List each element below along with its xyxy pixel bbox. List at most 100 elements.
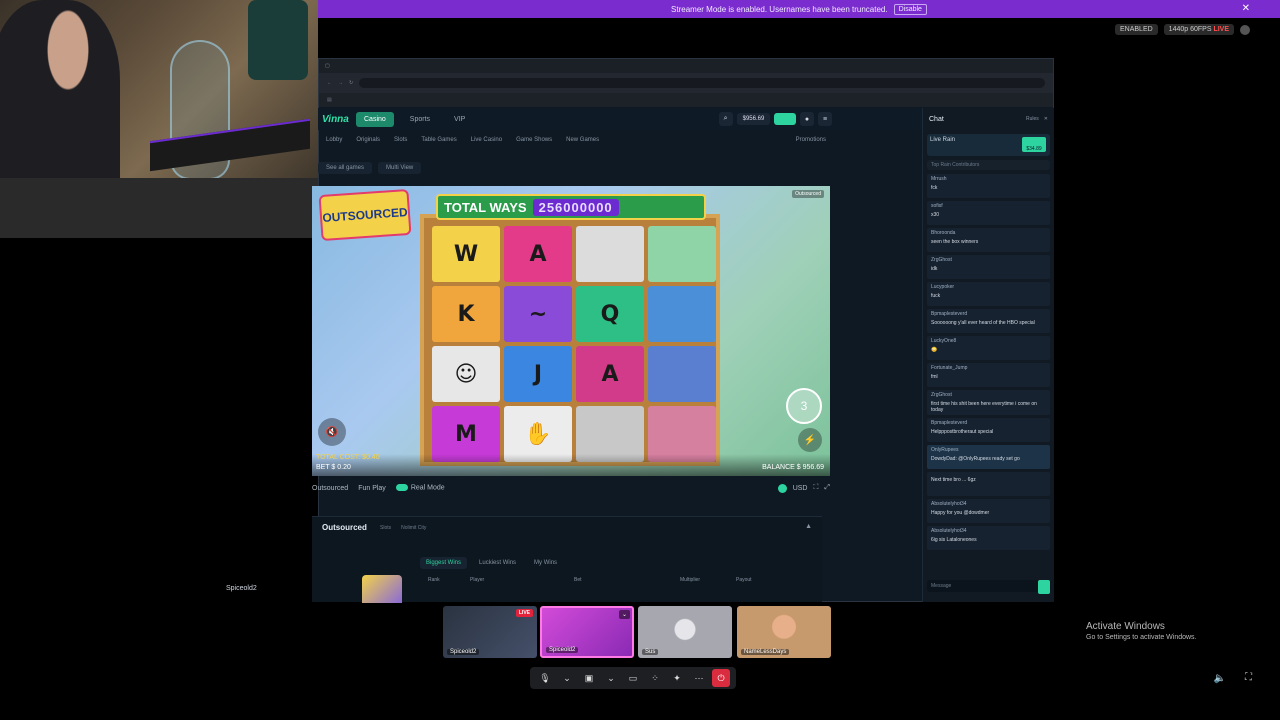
chat-username[interactable]: Fortunate_Jump [931, 365, 1046, 371]
tile-options-icon[interactable]: ⌄ [618, 610, 630, 619]
nav-slots[interactable]: Slots [394, 137, 407, 143]
chair [248, 0, 308, 80]
wallet-button[interactable] [774, 113, 796, 125]
browser-tab[interactable]: ▢ [325, 63, 330, 69]
game-info-panel: Outsourced Slots Nolimit City Biggest Wi… [312, 516, 822, 603]
bookmarks-bar: ▤ [319, 93, 1053, 107]
tab-luckiest-wins[interactable]: Luckiest Wins [473, 557, 522, 569]
camera-icon[interactable]: ▣ [580, 669, 598, 687]
back-icon[interactable]: ← [327, 80, 332, 86]
meta-provider[interactable]: Nolimit City [401, 525, 426, 531]
chat-username[interactable]: OnlyRupees [931, 447, 1046, 453]
collapse-icon[interactable]: ▲ [805, 523, 812, 530]
chat-username[interactable]: LuckyOne8 [931, 338, 1046, 344]
chevron-down-icon[interactable]: ⌄ [602, 669, 620, 687]
disable-button[interactable]: Disable [893, 3, 927, 15]
disconnect-button[interactable]: ⏻ [712, 669, 730, 687]
participant-name: Spiceold2 [546, 647, 579, 653]
rain-amount[interactable]: $34.89 [1022, 137, 1046, 152]
address-bar: ← → ↻ [319, 73, 1053, 93]
nav-originals[interactable]: Originals [356, 137, 380, 143]
balance-display[interactable]: $956.69 [736, 113, 771, 125]
bookmark-item[interactable]: ▤ [327, 97, 332, 103]
fullscreen-icon[interactable]: ⤢ [824, 484, 830, 492]
reel-grid: W A K ~ Q ☺ J A M ✋ [432, 226, 716, 462]
toggle-switch[interactable] [395, 484, 408, 492]
participant-tile[interactable]: Sus [638, 606, 732, 658]
reload-icon[interactable]: ↻ [349, 80, 353, 86]
nav-live-casino[interactable]: Live Casino [471, 137, 502, 143]
reel-symbol: ~ [504, 286, 572, 342]
multi-view-button[interactable]: Multi View [378, 162, 422, 174]
bet-amount[interactable]: BET $ 0.20 [316, 464, 351, 471]
site-logo[interactable]: Vinna [322, 114, 349, 125]
chat-username[interactable]: ZrgGhost [931, 257, 1046, 263]
close-chat-icon[interactable]: ✕ [1044, 116, 1048, 122]
chat-text: fck [931, 185, 938, 191]
more-icon[interactable]: ⋯ [690, 669, 708, 687]
chat-text: fuck [931, 293, 941, 299]
nav-game-shows[interactable]: Game Shows [516, 137, 552, 143]
nav-new-games[interactable]: New Games [566, 137, 599, 143]
user-icon[interactable]: ● [800, 112, 814, 126]
forward-icon[interactable]: → [338, 80, 343, 86]
tab-biggest-wins[interactable]: Biggest Wins [420, 557, 468, 569]
nav-lobby[interactable]: Lobby [326, 137, 342, 143]
chat-username[interactable]: Bpmaplesteverd [931, 311, 1046, 317]
game-control-bar: Outsourced Fun Play Real Mode USD ⛶ ⤢ [312, 480, 830, 496]
chat-username[interactable]: Lucypoker [931, 284, 1046, 290]
theatre-icon[interactable]: ⛶ [813, 484, 818, 492]
chat-message: Next time bro ... 6gz [927, 472, 1050, 496]
chat-icon[interactable] [1240, 24, 1250, 35]
soundboard-icon[interactable]: ✦ [668, 669, 686, 687]
tab-vip[interactable]: VIP [446, 112, 473, 127]
close-icon[interactable]: ✕ [1242, 3, 1250, 14]
chat-username[interactable]: Bhoroonda [931, 230, 1046, 236]
chat-input[interactable]: Message [927, 580, 1051, 592]
nav-table-games[interactable]: Table Games [421, 137, 456, 143]
participant-tile[interactable]: ⌄ Spiceold2 [540, 606, 634, 658]
turbo-icon[interactable]: ⚡ [798, 428, 822, 452]
reel-symbol: A [504, 226, 572, 282]
mute-icon[interactable]: 🔇 [318, 418, 346, 446]
volume-icon[interactable]: 🔈 [1214, 673, 1226, 684]
see-all-games-button[interactable]: See all games [318, 162, 373, 174]
panel-title: Outsourced [322, 523, 367, 532]
chat-panel: Chat Rules ✕ Live Rain $34.89 Top Rain C… [922, 108, 1054, 602]
nav-promotions[interactable]: Promotions [796, 137, 826, 143]
chat-username[interactable]: Absolutelyhot34 [931, 501, 1046, 507]
slot-game[interactable]: OUTSOURCED Outsourced W A K ~ Q ☺ J A M ✋ TOTAL W… [312, 186, 830, 476]
activate-title: Activate Windows [1086, 621, 1165, 632]
chevron-down-icon[interactable]: ⌄ [558, 669, 576, 687]
chat-username[interactable]: Bpmaplesteverd [931, 420, 1046, 426]
spin-button[interactable]: 3 [786, 388, 822, 424]
tab-sports[interactable]: Sports [402, 112, 438, 127]
activities-icon[interactable]: ⁘ [646, 669, 664, 687]
participant-tile[interactable]: NameLessDays [737, 606, 831, 658]
url-field[interactable] [359, 78, 1045, 88]
microphone-icon[interactable]: 🎙 [536, 669, 554, 687]
tab-my-wins[interactable]: My Wins [528, 557, 563, 569]
total-cost: TOTAL COST: $0.40 [316, 454, 380, 461]
chat-text: Helpppostbrotheraut special [931, 429, 994, 435]
screen-share-icon[interactable]: ▭ [624, 669, 642, 687]
menu-icon[interactable]: ≡ [818, 112, 832, 126]
fun-play-label[interactable]: Fun Play [358, 485, 386, 492]
chat-username[interactable]: Mrrush [931, 176, 1046, 182]
chat-username[interactable]: Absolutelyhot34 [931, 528, 1046, 534]
tab-casino[interactable]: Casino [356, 111, 394, 127]
top-rain-contributors[interactable]: Top Rain Contributors [927, 160, 1050, 170]
fullscreen-icon[interactable]: ⛶ [1245, 672, 1252, 683]
search-icon[interactable]: ⌕ [718, 112, 733, 126]
col-multiplier: Multiplier [680, 577, 701, 583]
rules-button[interactable]: Rules [1026, 116, 1039, 122]
chat-username[interactable]: ZrgGhost [931, 392, 1046, 398]
participant-tile[interactable]: LIVE Spiceold2 [443, 606, 537, 658]
chat-message: Fortunate_Jump fml [927, 363, 1050, 387]
live-rain-card[interactable]: Live Rain $34.89 [927, 134, 1050, 156]
real-mode-toggle[interactable]: Real Mode [395, 484, 445, 492]
chat-username[interactable]: sofisf [931, 203, 1046, 209]
currency-select[interactable]: USD [793, 485, 808, 492]
send-button[interactable] [1038, 580, 1050, 594]
participant-name: Spiceold2 [447, 649, 480, 655]
